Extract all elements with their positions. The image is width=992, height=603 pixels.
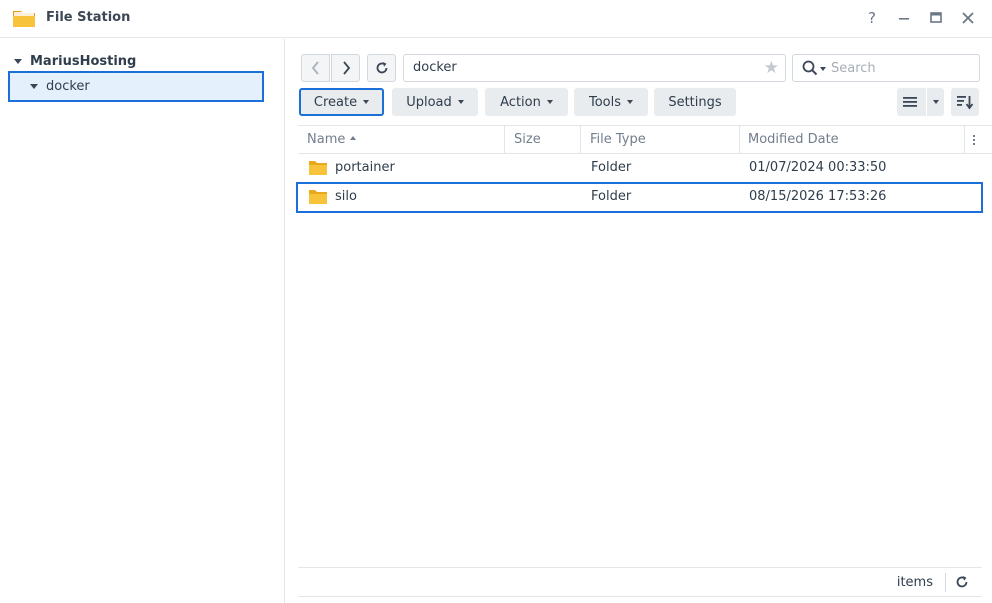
- column-header-name[interactable]: Name: [298, 126, 505, 153]
- chevron-down-icon: [546, 100, 553, 104]
- sort-up-icon: [350, 135, 357, 140]
- chevron-down-icon: [457, 100, 464, 104]
- create-button-label: Create: [313, 94, 358, 110]
- tree-root-mariushosting[interactable]: MariusHosting: [14, 51, 136, 71]
- file-modified: 08/15/2026 17:53:26: [749, 189, 887, 204]
- action-button[interactable]: Action: [485, 88, 568, 116]
- status-bar: items: [298, 567, 982, 597]
- view-mode-button[interactable]: [897, 88, 944, 116]
- refresh-icon[interactable]: [955, 575, 969, 593]
- back-button[interactable]: [301, 54, 330, 82]
- tree-root-label: MariusHosting: [30, 53, 137, 69]
- upload-button[interactable]: Upload: [392, 88, 478, 116]
- folder-icon: [309, 160, 327, 179]
- column-type-label: File Type: [590, 132, 646, 147]
- tools-button[interactable]: Tools: [574, 88, 648, 116]
- items-count-label: items: [896, 575, 933, 590]
- search-input[interactable]: [831, 59, 971, 77]
- chevron-down-icon[interactable]: [820, 67, 826, 71]
- forward-button[interactable]: [331, 54, 360, 82]
- tree-item-docker[interactable]: docker: [8, 71, 264, 102]
- file-list-header: Name Size File Type Modified Date: [298, 125, 992, 154]
- column-header-size[interactable]: Size: [505, 126, 581, 153]
- table-row[interactable]: portainer Folder 01/07/2024 00:33:50: [298, 153, 982, 182]
- chevron-down-icon: [933, 100, 939, 104]
- search-box[interactable]: [792, 54, 980, 82]
- chevron-right-icon: [342, 61, 350, 75]
- chevron-down-icon: [627, 100, 634, 104]
- sort-button[interactable]: [951, 88, 979, 116]
- column-menu-icon[interactable]: [966, 126, 982, 153]
- column-header-file-type[interactable]: File Type: [581, 126, 740, 153]
- tools-button-label: Tools: [588, 94, 622, 110]
- refresh-icon: [376, 62, 387, 74]
- search-icon[interactable]: [802, 60, 818, 80]
- list-view-icon: [903, 97, 917, 107]
- file-station-icon: [12, 6, 36, 30]
- file-type: Folder: [591, 160, 632, 175]
- file-name: portainer: [335, 160, 395, 175]
- file-type: Folder: [591, 189, 632, 204]
- settings-button-label: Settings: [668, 94, 722, 110]
- column-name-label: Name: [307, 132, 346, 147]
- column-size-label: Size: [514, 132, 541, 147]
- path-text: docker: [413, 60, 457, 75]
- title-bar: File Station ?: [0, 0, 992, 38]
- star-icon[interactable]: ★: [764, 55, 779, 81]
- window-title: File Station: [46, 10, 131, 25]
- chevron-down-icon[interactable]: [30, 84, 38, 89]
- divider: [945, 573, 946, 592]
- column-modified-label: Modified Date: [748, 132, 839, 147]
- file-name: silo: [335, 189, 357, 204]
- folder-tree: MariusHosting docker: [0, 39, 285, 603]
- create-button[interactable]: Create: [299, 88, 384, 116]
- sort-icon: [957, 96, 974, 110]
- action-button-label: Action: [500, 94, 541, 110]
- upload-button-label: Upload: [406, 94, 452, 110]
- path-field[interactable]: docker ★: [403, 54, 786, 82]
- chevron-down-icon: [363, 100, 370, 104]
- help-icon[interactable]: ?: [862, 8, 882, 28]
- refresh-button[interactable]: [367, 54, 396, 82]
- minimize-icon[interactable]: [894, 8, 914, 28]
- file-modified: 01/07/2024 00:33:50: [749, 160, 887, 175]
- folder-icon: [309, 189, 327, 208]
- table-row[interactable]: silo Folder 08/15/2026 17:53:26: [296, 182, 983, 213]
- close-icon[interactable]: [958, 8, 978, 28]
- chevron-down-icon[interactable]: [14, 58, 22, 64]
- maximize-icon[interactable]: [926, 8, 946, 28]
- settings-button[interactable]: Settings: [654, 88, 736, 116]
- tree-item-label: docker: [46, 79, 90, 94]
- column-header-modified-date[interactable]: Modified Date: [739, 126, 965, 153]
- chevron-left-icon: [311, 61, 319, 75]
